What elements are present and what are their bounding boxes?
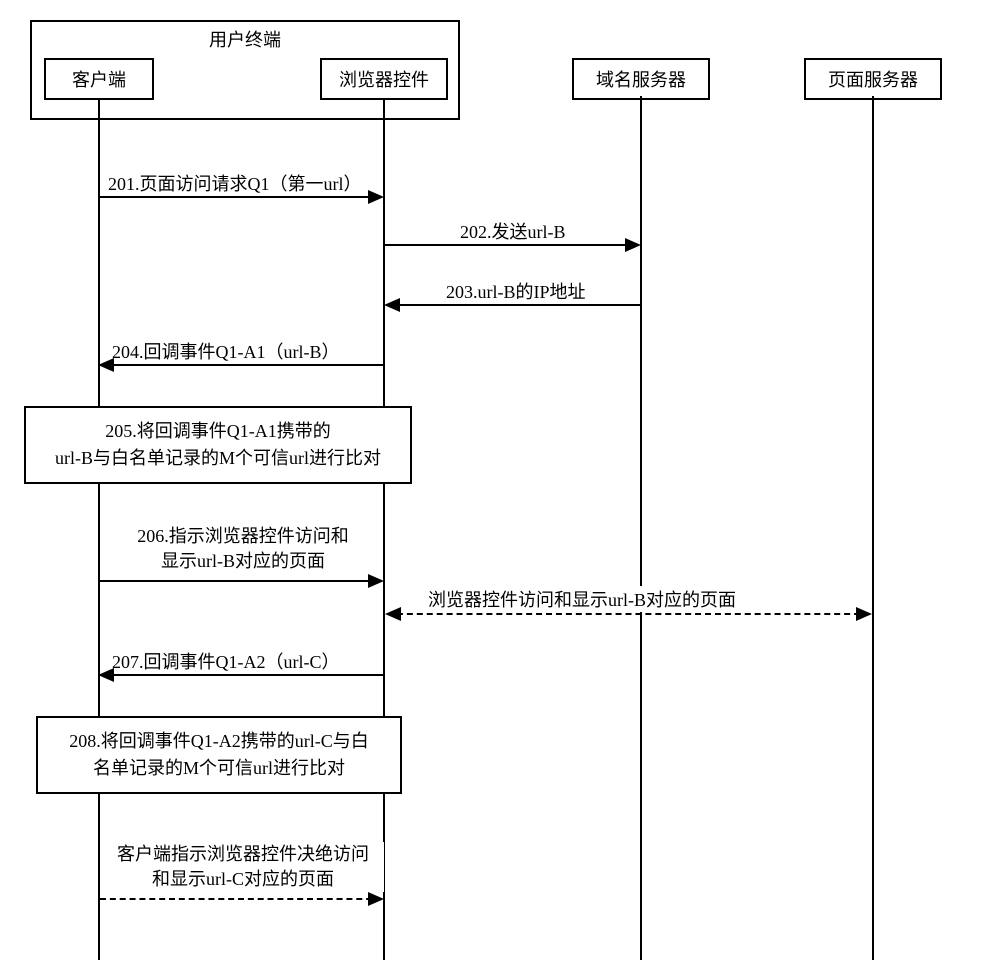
participant-browser-control: 浏览器控件 (320, 58, 448, 100)
lifeline-browser (383, 120, 385, 960)
lifeline-dns (640, 96, 642, 960)
arrow-final (100, 898, 382, 900)
participant-page-server: 页面服务器 (804, 58, 942, 100)
participant-browser-control-label: 浏览器控件 (339, 70, 429, 90)
lifeline-page-server (872, 96, 874, 960)
arrow-202 (385, 244, 639, 246)
process-208-line1: 208.将回调事件Q1-A2携带的url-C与白 (52, 728, 386, 755)
arrow-206r (387, 613, 870, 615)
participant-page-server-label: 页面服务器 (828, 70, 918, 90)
lifeline-client (98, 99, 100, 960)
process-205: 205.将回调事件Q1-A1携带的 url-B与白名单记录的M个可信url进行比… (24, 406, 412, 484)
lifeline-browser-top (383, 99, 385, 120)
label-206r: 浏览器控件访问和显示url-B对应的页面 (428, 586, 736, 612)
process-205-line2: url-B与白名单记录的M个可信url进行比对 (40, 445, 396, 472)
process-208-line2: 名单记录的M个可信url进行比对 (52, 755, 386, 782)
label-201: 201.页面访问请求Q1（第一url） (108, 170, 362, 196)
process-208: 208.将回调事件Q1-A2携带的url-C与白 名单记录的M个可信url进行比… (36, 716, 402, 794)
participant-user-terminal-label: 用户终端 (209, 30, 281, 50)
label-206-line1: 206.指示浏览器控件访问和 (118, 524, 368, 549)
arrow-207 (100, 674, 383, 676)
label-204: 204.回调事件Q1-A1（url-B） (112, 338, 340, 364)
label-206-line2: 显示url-B对应的页面 (118, 549, 368, 574)
participant-dns-server: 域名服务器 (572, 58, 710, 100)
participant-client: 客户端 (44, 58, 154, 100)
arrow-204 (100, 364, 383, 366)
label-202: 202.发送url-B (460, 218, 566, 244)
label-final-line2: 和显示url-C对应的页面 (102, 867, 384, 892)
label-final-line1: 客户端指示浏览器控件决绝访问 (102, 842, 384, 867)
label-207: 207.回调事件Q1-A2（url-C） (112, 648, 340, 674)
arrow-201 (100, 196, 382, 198)
arrow-203 (386, 304, 640, 306)
process-205-line1: 205.将回调事件Q1-A1携带的 (40, 418, 396, 445)
arrow-206 (100, 580, 382, 582)
label-203: 203.url-B的IP地址 (446, 278, 586, 304)
label-206: 206.指示浏览器控件访问和 显示url-B对应的页面 (118, 524, 368, 574)
label-final: 客户端指示浏览器控件决绝访问 和显示url-C对应的页面 (102, 842, 384, 892)
participant-dns-server-label: 域名服务器 (596, 70, 686, 90)
participant-client-label: 客户端 (72, 70, 126, 90)
